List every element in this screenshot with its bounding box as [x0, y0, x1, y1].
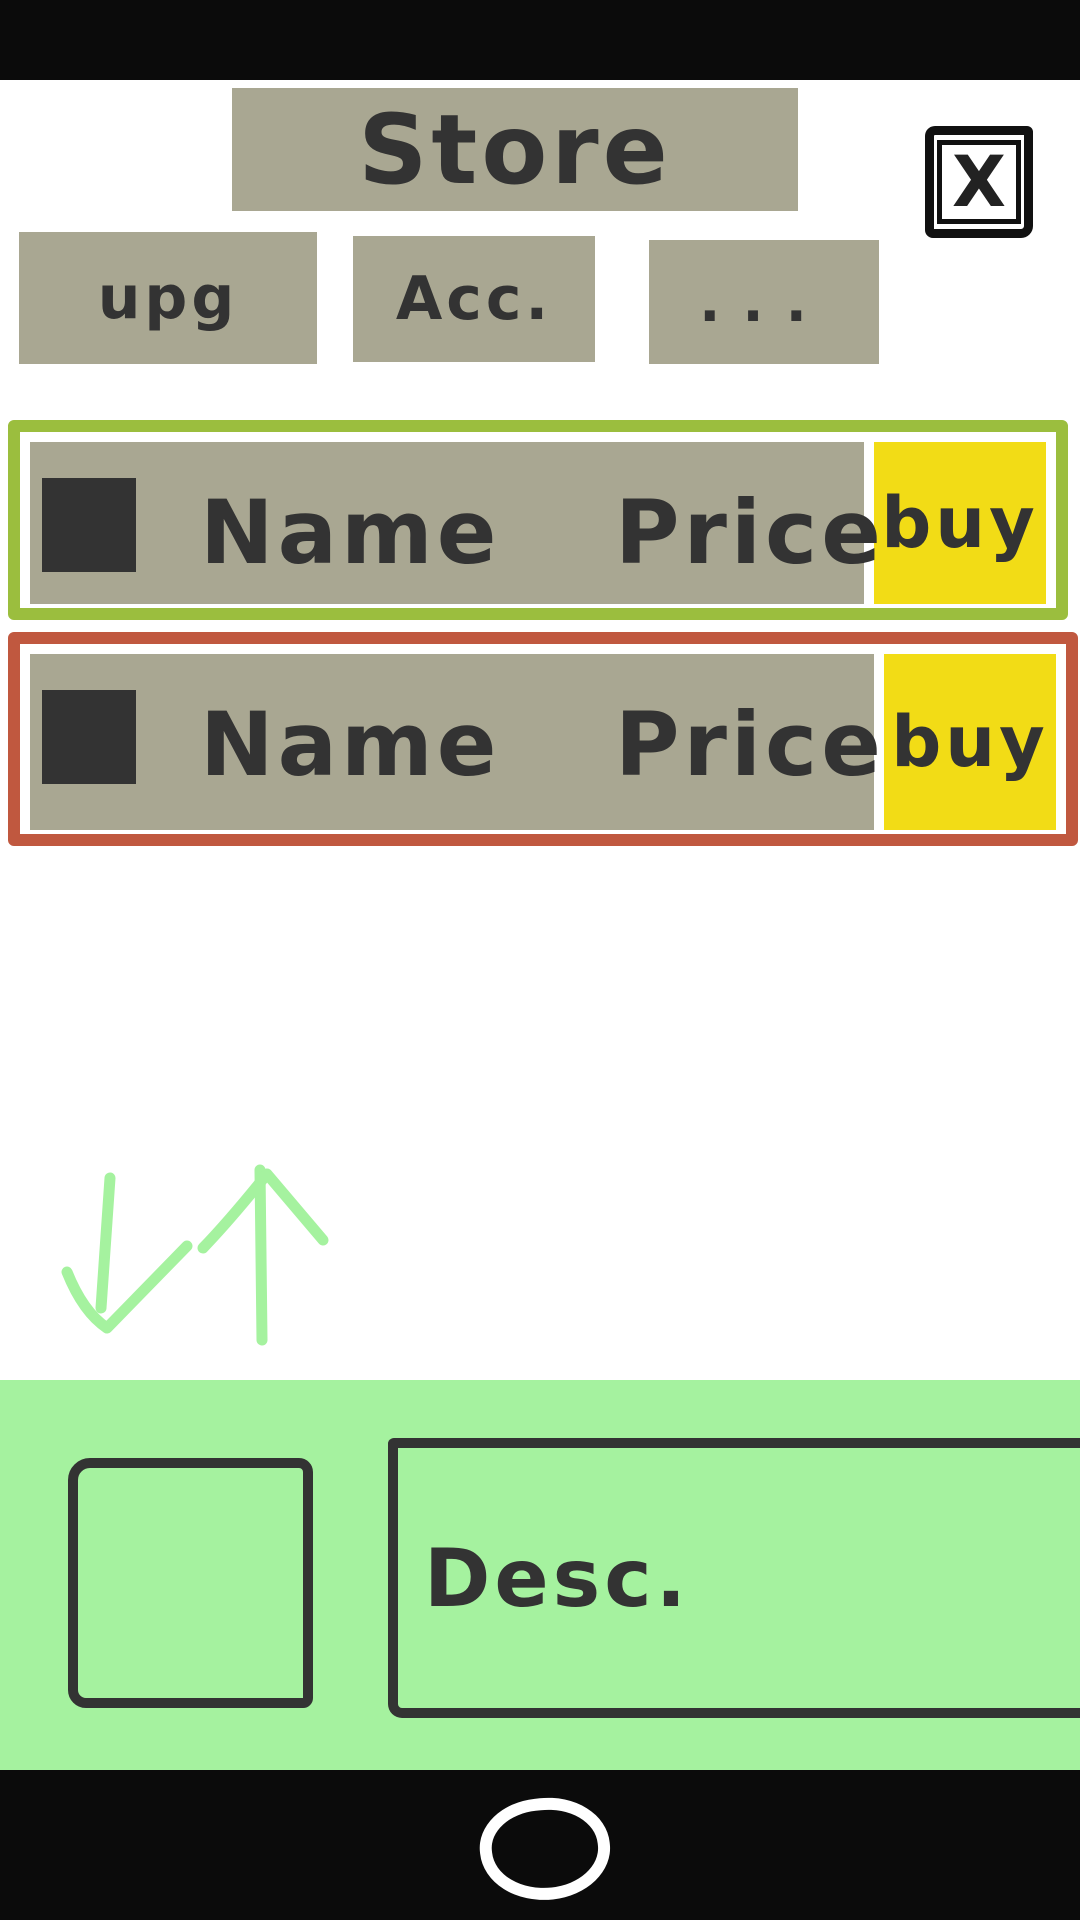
item-info: Name Price: [30, 442, 881, 604]
arrow-up-shaft: [254, 1164, 268, 1346]
buy-button[interactable]: buy: [874, 442, 1046, 604]
item-price: Price: [615, 692, 885, 796]
list-item[interactable]: Name Price buy: [8, 420, 1068, 620]
item-price: Price: [615, 480, 885, 584]
item-info: Name Price: [30, 654, 881, 830]
list-item-content: Name Price buy: [30, 654, 1056, 830]
tab-account[interactable]: Acc.: [353, 236, 595, 362]
item-thumbnail: [42, 478, 136, 572]
item-description: Desc.: [388, 1438, 1080, 1718]
arrow-down-shaft: [95, 1172, 116, 1314]
item-detail-panel: Desc.: [0, 1380, 1080, 1770]
detail-image-placeholder: [68, 1458, 313, 1708]
tab-upgrades[interactable]: upg: [19, 232, 317, 364]
phone-screen: Store X upg Acc. ... Name Price buy Name…: [0, 0, 1080, 1920]
status-bar: [0, 0, 1080, 80]
page-title: Store: [232, 88, 798, 211]
arrow-down-head: [61, 1240, 193, 1334]
list-item-content: Name Price buy: [30, 442, 1046, 604]
list-item[interactable]: Name Price buy: [8, 632, 1078, 846]
item-name: Name: [200, 692, 501, 796]
swap-arrows-icon: [61, 1164, 329, 1346]
close-button[interactable]: X: [925, 126, 1033, 238]
item-name: Name: [200, 480, 501, 584]
item-thumbnail: [42, 690, 136, 784]
close-icon: X: [937, 140, 1021, 224]
tab-more[interactable]: ...: [649, 240, 879, 364]
buy-button[interactable]: buy: [884, 654, 1056, 830]
